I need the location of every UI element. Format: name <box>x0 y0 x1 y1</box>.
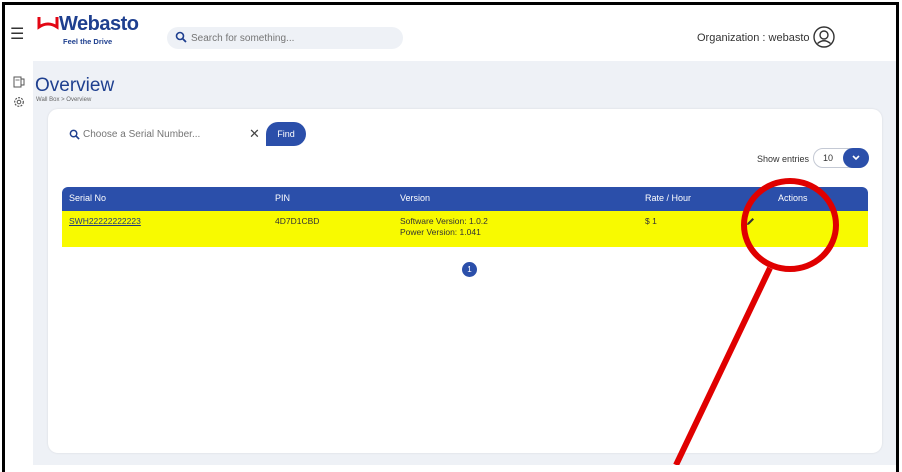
screenshot-border <box>2 2 899 472</box>
screenshot-frame: ☰ Webasto Feel the Drive Organization : … <box>0 0 902 472</box>
